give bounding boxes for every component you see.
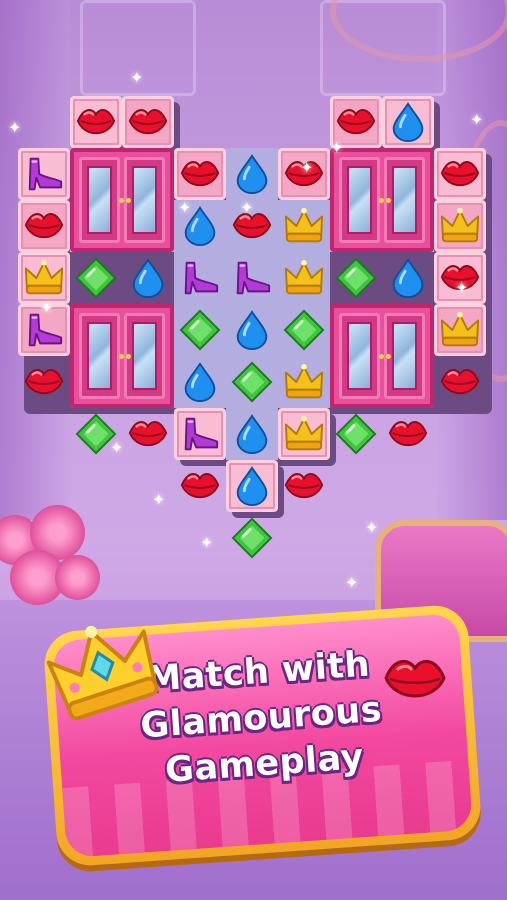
drop-piece <box>382 96 434 148</box>
gem-piece <box>226 356 278 408</box>
gem-icon <box>231 361 273 403</box>
sparkle-icon: ✦ <box>200 533 214 552</box>
gem-icon <box>283 309 325 351</box>
shoe-piece <box>174 408 226 460</box>
crown-piece <box>434 200 486 252</box>
drop-piece <box>226 408 278 460</box>
lips-piece <box>278 460 330 512</box>
lips-icon <box>284 473 324 499</box>
crown-piece <box>278 200 330 252</box>
drop-icon <box>392 102 424 142</box>
drop-icon <box>132 258 164 298</box>
lips-icon <box>128 421 168 447</box>
sparkle-icon: ✦ <box>345 573 359 592</box>
shoe-icon <box>236 261 271 295</box>
shoe-icon <box>28 157 63 191</box>
lips-icon <box>180 473 220 499</box>
sparkle-icon: ✦ <box>110 438 124 457</box>
gem-piece <box>330 408 382 460</box>
lips-piece <box>434 356 486 408</box>
sparkle-icon: ✦ <box>152 490 166 509</box>
wardrobe-icon <box>330 304 434 408</box>
crown-piece <box>434 304 486 356</box>
shoe-piece <box>174 252 226 304</box>
lips-icon <box>180 161 220 187</box>
drop-icon <box>236 466 268 506</box>
drop-icon <box>236 414 268 454</box>
lips-icon <box>440 161 480 187</box>
lips-piece <box>70 96 122 148</box>
flower-bouquet <box>0 505 110 625</box>
drop-piece <box>382 252 434 304</box>
gem-piece <box>70 252 122 304</box>
drop-icon <box>392 258 424 298</box>
lips-icon <box>24 213 64 239</box>
drop-piece <box>226 304 278 356</box>
crown-icon <box>440 311 480 347</box>
gem-piece <box>174 304 226 356</box>
gem-icon <box>231 517 273 559</box>
lips-piece <box>18 200 70 252</box>
lips-icon <box>128 109 168 135</box>
shoe-icon <box>184 261 219 295</box>
crown-icon <box>24 259 64 295</box>
crown-icon <box>284 259 324 295</box>
wardrobe-icon <box>70 304 174 408</box>
sparkle-icon: ✦ <box>8 118 22 137</box>
shoe-piece <box>18 148 70 200</box>
sparkle-icon: ✦ <box>455 278 469 297</box>
lips-icon <box>388 421 428 447</box>
lips-piece <box>122 96 174 148</box>
sparkle-icon: ✦ <box>178 198 192 217</box>
sparkle-icon: ✦ <box>470 110 484 129</box>
sparkle-icon: ✦ <box>365 518 379 537</box>
crown-icon <box>284 207 324 243</box>
lips-icon <box>336 109 376 135</box>
drop-piece <box>226 460 278 512</box>
lips-piece <box>18 356 70 408</box>
crown-icon <box>284 363 324 399</box>
shoe-icon <box>184 417 219 451</box>
wardrobe-icon <box>70 148 174 252</box>
sparkle-icon: ✦ <box>300 158 314 177</box>
drop-icon <box>184 362 216 402</box>
lips-piece <box>434 148 486 200</box>
gem-icon <box>179 309 221 351</box>
game-screen: ✦ ✦ ✦ ✦ ✦ ✦ ✦ ✦ ✦ ✦ ✦ ✦ ✦ ✦ Match with Glamourous Gam… <box>0 0 507 900</box>
drop-icon <box>236 310 268 350</box>
crown-piece <box>278 252 330 304</box>
lips-piece <box>174 148 226 200</box>
lips-piece <box>122 408 174 460</box>
drop-piece <box>122 252 174 304</box>
lips-piece <box>174 460 226 512</box>
drop-icon <box>236 154 268 194</box>
lips-icon <box>384 659 446 698</box>
crown-icon <box>284 415 324 451</box>
drop-piece <box>226 148 278 200</box>
sparkle-icon: ✦ <box>240 198 254 217</box>
crown-icon <box>440 207 480 243</box>
wardrobe-icon <box>330 148 434 252</box>
gem-icon <box>75 257 117 299</box>
crown-piece <box>18 252 70 304</box>
gem-icon <box>335 413 377 455</box>
drop-piece <box>174 356 226 408</box>
lips-icon <box>76 109 116 135</box>
sparkle-icon: ✦ <box>130 68 144 87</box>
sparkle-icon: ✦ <box>40 298 54 317</box>
shoe-piece <box>226 252 278 304</box>
lips-icon <box>24 369 64 395</box>
sparkle-icon: ✦ <box>330 138 344 157</box>
lips-icon <box>440 369 480 395</box>
lips-piece <box>382 408 434 460</box>
gem-piece <box>226 512 278 564</box>
gem-piece <box>278 304 330 356</box>
gem-piece <box>330 252 382 304</box>
gem-icon <box>335 257 377 299</box>
crown-piece <box>278 408 330 460</box>
crown-piece <box>278 356 330 408</box>
